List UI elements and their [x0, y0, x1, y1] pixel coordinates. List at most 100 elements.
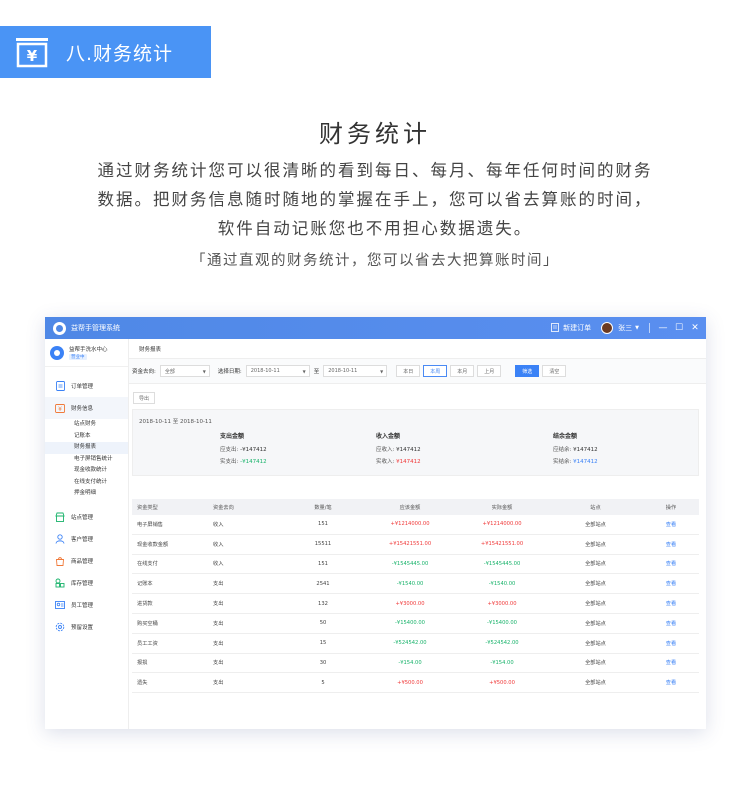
view-link[interactable]: 查看 [643, 541, 699, 548]
table-cell: 支出 [213, 680, 224, 687]
table-cell: 现金收款金额 [137, 541, 169, 548]
table-cell: -¥1545445.00 [483, 560, 521, 567]
table-cell: -¥154.00 [398, 659, 422, 666]
table-cell: -¥1545445.00 [391, 560, 429, 567]
summary-panel: 2018-10-11 至 2018-10-11 支出金额 应支出: -¥1474… [132, 409, 699, 476]
table-cell: 全部站点 [585, 620, 606, 627]
sidebar-subitem-deposit[interactable]: 押金明细 [74, 488, 128, 500]
table-cell: +¥15421551.00 [388, 541, 432, 548]
user-icon [55, 533, 65, 544]
inventory-icon [55, 578, 65, 588]
table-cell: 全部站点 [585, 640, 606, 647]
chevron-down-icon: ▼ [302, 368, 306, 374]
last-month-button[interactable]: 上月 [477, 365, 502, 377]
new-order-button[interactable]: 新建订单 [551, 322, 591, 334]
table-cell: 全部站点 [585, 561, 606, 568]
date-from-picker[interactable]: 2018-10-11 ▼ [245, 365, 310, 377]
table-body: 电子屏销售 收入 151 +¥1214000.00 +¥1214000.00 全部站点 查看… [132, 515, 699, 694]
main-content: 财务报表 资金去向: 全部 ▼ 选择日期: 2018-10-11 ▼ 至 2018-… [129, 339, 706, 729]
table-cell: 支出 [213, 601, 224, 608]
chevron-down-icon: ▼ [380, 368, 384, 374]
sidebar-item-products[interactable]: 商品管理 [45, 550, 128, 572]
page-quote: 「通过直观的财务统计，您可以省去大把算账时间」 [191, 253, 559, 269]
table-row: 员工工资 支出 15 -¥524542.00 -¥524542.00 全部站点 查看 [132, 634, 699, 654]
store-info[interactable]: 益帮手洗水中心 营业中 [45, 339, 128, 367]
this-week-button[interactable]: 本周 [423, 365, 448, 377]
balance-summary: 结余金额 应结余: ¥147412 实结余: ¥147412 [553, 433, 598, 465]
clipboard-icon [55, 381, 65, 391]
sidebar-item-orders[interactable]: 订单管理 [45, 375, 128, 397]
sidebar-subitem-cash[interactable]: 现金收款统计 [74, 465, 128, 477]
cash-register-icon: ¥ [12, 32, 52, 72]
sidebar-subitem-ledger[interactable]: 记账本 [74, 431, 128, 443]
status-badge: 营业中 [69, 354, 87, 360]
sidebar: 益帮手洗水中心 营业中 订单管理 ¥ 财务信息 站点财务 记账本 财务报表 电子… [45, 339, 129, 729]
table-cell: 15 [319, 640, 327, 647]
sidebar-item-customers[interactable]: 客户管理 [45, 528, 128, 550]
svg-text:¥: ¥ [58, 406, 62, 413]
table-row: 在线支付 收入 151 -¥1545445.00 -¥1545445.00 全部站点 查看 [132, 555, 699, 575]
sidebar-subitem-online-pay[interactable]: 在线支付统计 [74, 477, 128, 489]
table-cell: 132 [318, 600, 328, 607]
table-row: 购买空桶 支出 50 -¥15400.00 -¥15400.00 全部站点 查看 [132, 614, 699, 634]
finance-table: 资金类型 资金去向 数量/笔 应该金额 实际金额 站点 操作 电子屏销售 收入 15… [132, 499, 699, 694]
income-summary: 收入金额 应收入: ¥147412 实收入: ¥147412 [376, 433, 421, 465]
this-month-button[interactable]: 本月 [450, 365, 475, 377]
user-menu[interactable]: 张三 ▼ [601, 322, 639, 334]
filter-button[interactable]: 筛选 [515, 365, 540, 377]
today-button[interactable]: 本日 [396, 365, 421, 377]
page-description: 通过财务统计您可以很清晰的看到每日、每月、每年任何时间的财务数据。把财务信息随时… [97, 161, 653, 238]
view-link[interactable]: 查看 [643, 560, 699, 567]
sidebar-subitem-site-finance[interactable]: 站点财务 [74, 419, 128, 431]
gear-icon [55, 622, 65, 632]
table-cell: -¥1540.00 [396, 580, 424, 587]
sidebar-item-sites[interactable]: 站点管理 [45, 506, 128, 528]
clear-button[interactable]: 清空 [542, 365, 567, 377]
table-cell: 151 [318, 560, 328, 567]
table-cell: 151 [318, 521, 328, 528]
table-cell: 50 [319, 620, 327, 627]
view-link[interactable]: 查看 [643, 521, 699, 528]
sidebar-subitem-screen-sales[interactable]: 电子屏销售统计 [74, 454, 128, 466]
filter-bar: 资金去向: 全部 ▼ 选择日期: 2018-10-11 ▼ 至 2018-10-11… [129, 359, 706, 384]
table-row: 报损 支出 30 -¥154.00 -¥154.00 全部站点 查看 [132, 654, 699, 674]
date-to-picker[interactable]: 2018-10-11 ▼ [323, 365, 388, 377]
tab-finance-report[interactable]: 财务报表 [139, 345, 161, 353]
badge-text: 八.财务统计 [66, 42, 174, 65]
table-cell: 收入 [213, 561, 224, 568]
view-link[interactable]: 查看 [643, 600, 699, 607]
table-cell: -¥1540.00 [488, 580, 516, 587]
svg-text:¥: ¥ [27, 47, 38, 65]
table-cell: 15511 [314, 541, 332, 548]
avatar [601, 322, 614, 334]
user-name: 张三 [618, 324, 633, 332]
table-cell: +¥500.00 [397, 679, 423, 686]
table-cell: +¥1214000.00 [482, 521, 522, 528]
table-cell: 全部站点 [585, 660, 606, 667]
view-link[interactable]: 查看 [643, 679, 699, 686]
close-icon[interactable]: ✕ [690, 323, 700, 333]
table-cell: 全部站点 [585, 521, 606, 528]
view-link[interactable]: 查看 [643, 580, 699, 587]
minimize-icon[interactable]: — [658, 323, 668, 333]
to-label: 至 [313, 369, 320, 375]
table-cell: +¥15421551.00 [480, 541, 524, 548]
sidebar-item-staff[interactable]: 员工管理 [45, 594, 128, 616]
sidebar-item-finance[interactable]: ¥ 财务信息 [45, 397, 128, 419]
finance-icon: ¥ [55, 403, 65, 413]
view-link[interactable]: 查看 [643, 640, 699, 647]
store-name: 益帮手洗水中心 [69, 347, 108, 353]
table-cell: -¥154.00 [490, 659, 514, 666]
maximize-icon[interactable]: ☐ [674, 323, 684, 333]
sidebar-item-settings[interactable]: 预留设置 [45, 616, 128, 638]
table-cell: 全部站点 [585, 581, 606, 588]
sidebar-subitem-report[interactable]: 财务报表 [45, 442, 128, 454]
flow-select[interactable]: 全部 ▼ [159, 365, 210, 377]
sidebar-item-inventory[interactable]: 库存管理 [45, 572, 128, 594]
view-link[interactable]: 查看 [643, 620, 699, 627]
table-cell: 支出 [213, 581, 224, 588]
table-cell: 5 [321, 679, 325, 686]
view-link[interactable]: 查看 [643, 659, 699, 666]
export-button[interactable]: 导出 [133, 392, 156, 404]
table-cell: 员工工资 [137, 640, 158, 647]
